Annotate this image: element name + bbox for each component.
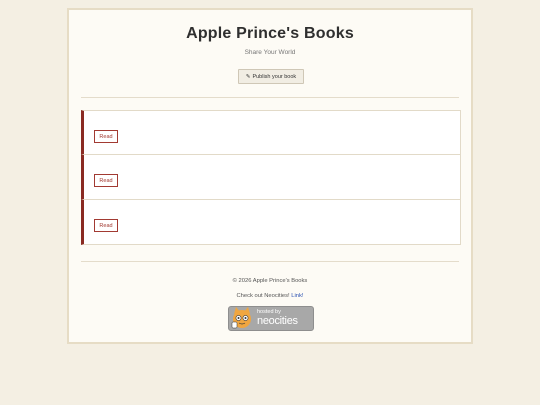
read-button[interactable]: Read xyxy=(94,174,118,187)
neocities-cat-icon xyxy=(229,306,255,331)
divider xyxy=(81,261,459,262)
main-container: Apple Prince's Books Share Your World ✎ … xyxy=(67,8,473,344)
read-button[interactable]: Read xyxy=(94,130,118,143)
book-card: Read xyxy=(81,155,461,200)
site-tagline: Share Your World xyxy=(244,49,296,56)
book-card: Read xyxy=(81,110,461,155)
read-button[interactable]: Read xyxy=(94,219,118,232)
book-list: Read Read Read xyxy=(81,110,461,245)
neocities-promo-text: Check out Neocities! xyxy=(236,293,292,299)
divider xyxy=(81,97,459,98)
pencil-icon: ✎ xyxy=(245,73,251,80)
publish-book-button[interactable]: ✎ Publish your book xyxy=(238,69,304,84)
neocities-link[interactable]: Link! xyxy=(291,293,303,299)
neocities-badge[interactable]: hosted by neocities xyxy=(228,306,314,331)
neocities-promo: Check out Neocities! Link! xyxy=(69,293,471,299)
publish-book-label: Publish your book xyxy=(252,73,297,80)
badge-neocities: neocities xyxy=(257,314,298,327)
copyright-text: © 2026 Apple Prince's Books xyxy=(232,278,308,284)
site-title: Apple Prince's Books xyxy=(186,25,354,42)
book-card: Read xyxy=(81,200,461,245)
